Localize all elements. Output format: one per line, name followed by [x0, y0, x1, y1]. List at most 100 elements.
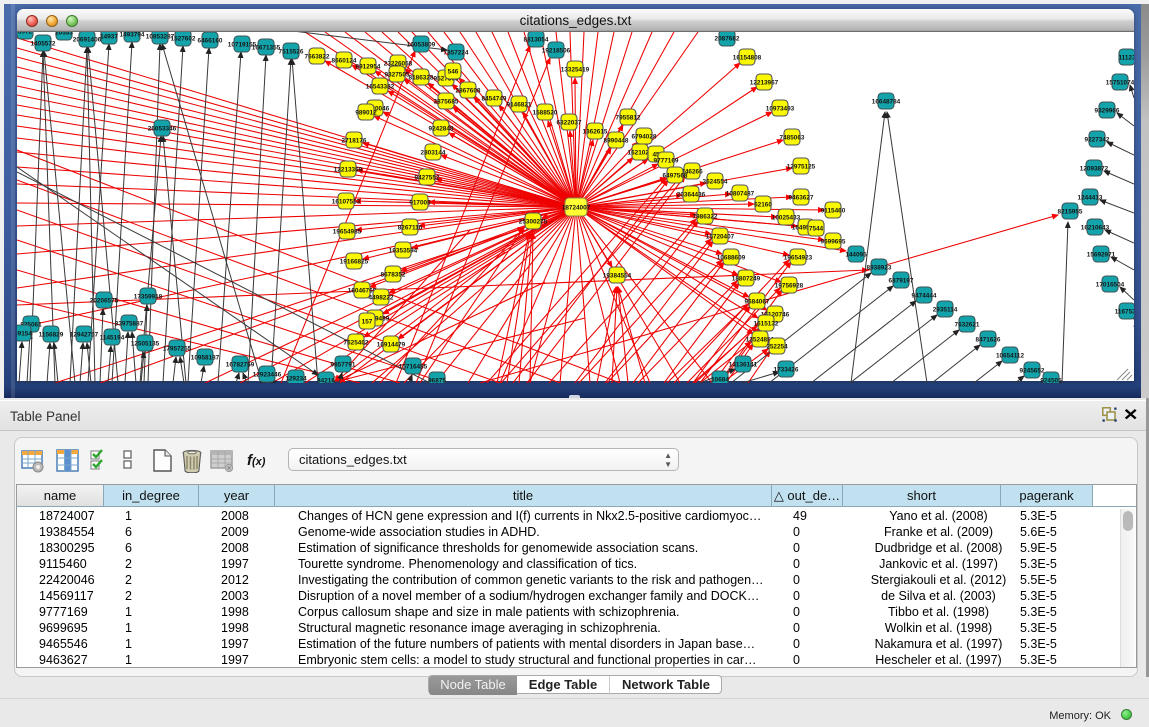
svg-text:11123: 11123: [1118, 55, 1134, 62]
svg-text:9146821: 9146821: [507, 102, 532, 109]
svg-text:144095: 144095: [845, 252, 867, 259]
svg-text:1615132: 1615132: [754, 321, 779, 328]
svg-text:6794028: 6794028: [632, 134, 657, 141]
svg-text:7986322: 7986322: [693, 214, 718, 221]
svg-text:7625402: 7625402: [344, 340, 369, 347]
svg-text:3875685: 3875685: [434, 99, 459, 106]
svg-text:14937: 14937: [100, 34, 118, 41]
svg-text:8938923: 8938923: [867, 265, 892, 272]
svg-text:1405572: 1405572: [31, 41, 56, 48]
svg-text:16046768: 16046768: [348, 288, 377, 295]
svg-text:19756928: 19756928: [775, 283, 804, 290]
svg-text:19384554: 19384554: [603, 273, 632, 280]
svg-text:8990448: 8990448: [604, 138, 629, 145]
svg-text:9857791: 9857791: [331, 362, 356, 369]
svg-text:8813054: 8813054: [524, 37, 549, 44]
svg-text:7544: 7544: [809, 226, 824, 233]
svg-text:9684067: 9684067: [745, 299, 770, 306]
svg-text:17359918: 17359918: [134, 294, 163, 301]
svg-text:252254: 252254: [766, 344, 788, 351]
svg-text:2718176: 2718176: [342, 138, 367, 145]
svg-text:2867608: 2867608: [456, 88, 481, 95]
svg-text:17016504: 17016504: [1096, 282, 1125, 289]
svg-text:16648784: 16648784: [872, 99, 901, 106]
svg-text:19353594: 19353594: [389, 248, 418, 255]
svg-text:6466160: 6466160: [198, 38, 223, 45]
svg-text:989012: 989012: [355, 110, 377, 117]
svg-text:7955812: 7955812: [616, 115, 641, 122]
svg-text:12093872: 12093872: [1080, 166, 1109, 173]
svg-text:1588520: 1588520: [533, 110, 558, 117]
svg-text:19654985: 19654985: [333, 229, 362, 236]
svg-text:12505135: 12505135: [131, 341, 160, 348]
svg-text:84216: 84216: [317, 378, 335, 384]
svg-text:19166825: 19166825: [340, 259, 369, 266]
svg-text:9227342: 9227342: [1085, 137, 1110, 144]
svg-text:3624554: 3624554: [703, 179, 728, 186]
svg-text:12923446: 12923446: [253, 372, 282, 379]
svg-text:129234: 129234: [285, 376, 307, 383]
svg-text:19654923: 19654923: [784, 255, 813, 262]
svg-text:6497568: 6497568: [663, 173, 688, 180]
svg-text:1244413: 1244413: [1078, 195, 1103, 202]
svg-text:62160: 62160: [754, 202, 772, 209]
svg-text:10654112: 10654112: [996, 353, 1025, 360]
svg-text:7857224: 7857224: [444, 50, 469, 57]
svg-text:18807249: 18807249: [732, 276, 761, 283]
svg-text:9115460: 9115460: [821, 208, 846, 215]
svg-text:8660124: 8660124: [332, 58, 357, 65]
svg-text:16543382: 16543382: [366, 84, 395, 91]
svg-text:9699695: 9699695: [821, 239, 846, 246]
svg-text:9242848: 9242848: [429, 126, 454, 133]
svg-text:20691406: 20691406: [73, 37, 102, 44]
svg-text:10807487: 10807487: [726, 191, 755, 198]
svg-text:1167533: 1167533: [1115, 309, 1134, 316]
svg-text:16782759: 16782759: [226, 362, 255, 369]
svg-text:10684: 10684: [711, 377, 729, 384]
svg-text:5972: 5972: [18, 32, 33, 36]
svg-text:16914479: 16914479: [377, 342, 406, 349]
svg-text:917005: 917005: [409, 200, 431, 207]
svg-text:9474444: 9474444: [912, 293, 937, 300]
svg-text:25300275: 25300275: [519, 219, 548, 226]
svg-text:16154808: 16154808: [733, 55, 762, 62]
svg-text:12213967: 12213967: [750, 80, 779, 87]
svg-text:546: 546: [448, 69, 459, 76]
svg-text:9327505: 9327505: [385, 72, 410, 79]
svg-text:10025433: 10025433: [772, 215, 801, 222]
svg-text:15720407: 15720407: [706, 234, 735, 241]
svg-text:15716485: 15716485: [399, 364, 428, 371]
svg-text:7632621: 7632621: [955, 322, 980, 329]
svg-text:39154: 39154: [17, 331, 32, 338]
svg-text:1156829: 1156829: [39, 332, 64, 339]
svg-text:9245652: 9245652: [1020, 368, 1045, 375]
svg-text:20206575: 20206575: [90, 298, 119, 305]
svg-text:16210643: 16210643: [1081, 225, 1110, 232]
svg-text:26053346: 26053346: [148, 126, 177, 133]
svg-text:7485063: 7485063: [780, 135, 805, 142]
svg-text:10973493: 10973493: [766, 106, 795, 113]
svg-text:8471626: 8471626: [976, 337, 1001, 344]
svg-text:4498222: 4498222: [369, 295, 394, 302]
svg-text:9777169: 9777169: [654, 158, 679, 165]
svg-text:15692971: 15692971: [1087, 252, 1116, 259]
svg-text:12942757: 12942757: [70, 332, 99, 339]
svg-text:96875: 96875: [428, 378, 446, 384]
svg-text:8215955: 8215955: [1058, 209, 1083, 216]
svg-text:19218506: 19218506: [542, 48, 571, 55]
svg-text:1733426: 1733426: [774, 367, 799, 374]
svg-text:20553: 20553: [55, 32, 73, 37]
svg-text:2087682: 2087682: [715, 36, 740, 43]
svg-text:7515526: 7515526: [279, 49, 304, 56]
svg-text:2935114: 2935114: [933, 307, 958, 314]
svg-text:15751074: 15751074: [1106, 80, 1134, 87]
svg-text:8186328: 8186328: [409, 75, 434, 82]
svg-text:17957255: 17957255: [163, 346, 192, 353]
svg-text:12975125: 12975125: [787, 164, 816, 171]
svg-text:9463627: 9463627: [789, 195, 814, 202]
svg-text:2803144: 2803144: [421, 150, 446, 157]
svg-text:14136141: 14136141: [729, 362, 758, 369]
svg-text:8454749: 8454749: [482, 96, 507, 103]
svg-text:1527602: 1527602: [171, 36, 196, 43]
svg-text:12213369: 12213369: [334, 167, 363, 174]
